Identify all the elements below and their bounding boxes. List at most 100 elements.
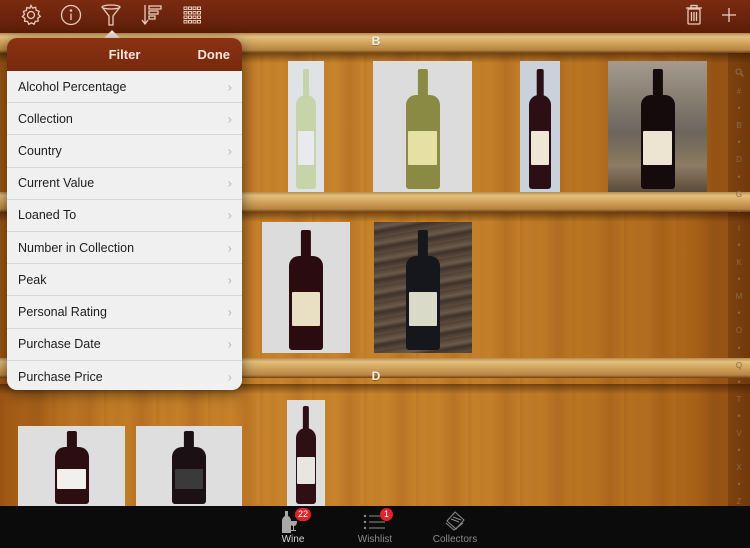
sort-button[interactable] (139, 4, 165, 30)
chevron-right-icon: › (227, 143, 232, 159)
index-letter[interactable]: B (736, 117, 741, 134)
index-dot[interactable]: • (737, 100, 740, 117)
filter-item-current-value[interactable]: Current Value › (7, 168, 242, 200)
filter-item-label: Loaned To (18, 208, 77, 223)
filter-funnel-icon (99, 3, 123, 32)
delete-button[interactable] (681, 4, 707, 30)
filter-item-label: Personal Rating (18, 304, 107, 319)
index-dot[interactable]: • (737, 442, 740, 459)
index-letter[interactable]: V (736, 425, 741, 442)
tab-label: Wine (281, 534, 305, 545)
info-icon (60, 4, 82, 31)
chevron-right-icon: › (227, 336, 232, 352)
index-dot[interactable]: • (737, 340, 740, 357)
settings-button[interactable] (18, 3, 44, 30)
grid-view-icon (182, 5, 202, 30)
filter-item-loaned-to[interactable]: Loaned To › (7, 200, 242, 232)
filter-item-label: Collection (18, 111, 73, 126)
filter-item-personal-rating[interactable]: Personal Rating › (7, 296, 242, 329)
index-letter[interactable]: # (737, 83, 741, 100)
filter-button[interactable] (98, 3, 124, 32)
chevron-right-icon: › (227, 175, 232, 191)
index-letter[interactable]: I (738, 220, 740, 237)
plus-icon (720, 6, 738, 29)
index-letter[interactable]: K (736, 254, 741, 271)
wishlist-count-badge: 1 (380, 508, 393, 521)
top-toolbar (0, 0, 750, 33)
wine-bottle-image (172, 446, 206, 505)
filter-item-label: Peak (18, 272, 47, 287)
index-dot[interactable]: • (737, 374, 740, 391)
wine-photo[interactable] (520, 61, 560, 192)
wine-photo[interactable] (18, 426, 125, 506)
index-dot[interactable]: • (737, 476, 740, 493)
filter-item-peak[interactable]: Peak › (7, 264, 242, 297)
filter-item-label: Number in Collection (18, 240, 135, 255)
tab-label: Wishlist (357, 534, 393, 545)
wine-photo[interactable] (608, 61, 707, 192)
filter-item-label: Country (18, 143, 62, 158)
tab-wishlist[interactable]: 1 Wishlist (335, 506, 415, 548)
index-letter[interactable]: G (736, 186, 742, 203)
wine-photo[interactable] (373, 61, 472, 192)
popover-header: Filter Done (7, 38, 242, 71)
index-dot[interactable]: • (737, 134, 740, 151)
index-dot[interactable]: • (737, 203, 740, 220)
wine-bottle-image (406, 256, 440, 351)
wine-label (408, 291, 438, 326)
index-dot[interactable]: • (737, 237, 740, 254)
shelf-section-letter: D (371, 369, 381, 383)
filter-item-collection[interactable]: Collection › (7, 103, 242, 136)
index-dot[interactable]: • (737, 305, 740, 322)
index-letter[interactable]: M (736, 288, 743, 305)
wine-count-badge: 22 (295, 508, 312, 521)
filter-item-alcohol-percentage[interactable]: Alcohol Percentage › (7, 71, 242, 104)
wine-label (643, 130, 672, 165)
trash-icon (684, 4, 704, 31)
shelf-section-letter: B (371, 34, 381, 48)
filter-item-number-in-collection[interactable]: Number in Collection › (7, 232, 242, 265)
tab-wine[interactable]: 22 Wine (253, 506, 333, 548)
index-dot[interactable]: • (737, 169, 740, 186)
filter-item-label: Purchase Price (18, 369, 103, 384)
chevron-right-icon: › (227, 79, 232, 95)
wine-photo[interactable] (288, 61, 324, 192)
index-dot[interactable]: • (737, 271, 740, 288)
wine-photo[interactable] (136, 426, 242, 506)
wine-photo[interactable] (262, 222, 350, 353)
index-letter[interactable]: Q (736, 357, 742, 374)
info-button[interactable] (58, 4, 84, 30)
wine-label (297, 130, 315, 165)
done-button[interactable]: Done (198, 47, 231, 62)
index-letter[interactable]: O (736, 322, 742, 339)
index-letter[interactable]: D (736, 151, 742, 168)
wine-bottle-image (529, 95, 551, 190)
grid-view-button[interactable] (179, 4, 205, 30)
filter-item-purchase-date[interactable]: Purchase Date › (7, 329, 242, 361)
filter-item-country[interactable]: Country › (7, 135, 242, 168)
tab-collectors[interactable]: Collectors (415, 506, 495, 548)
alphabet-index[interactable]: # • B • D • G • I • K • M • O • Q • T • V • X • Z (732, 66, 746, 510)
wine-bottle-image (295, 427, 317, 504)
wine-photo[interactable] (287, 400, 325, 506)
tab-label: Collectors (432, 534, 478, 545)
tab-bar: 22 Wine 1 Wishlist Collectors (0, 506, 750, 548)
index-dot[interactable]: • (737, 408, 740, 425)
wine-label (291, 291, 321, 326)
index-letter[interactable]: X (736, 459, 741, 476)
wine-bottle-image (289, 256, 323, 351)
filter-item-label: Current Value (18, 176, 95, 191)
chevron-right-icon: › (227, 272, 232, 288)
chevron-right-icon: › (227, 207, 232, 223)
wine-bottle-image (296, 95, 316, 190)
filter-item-purchase-price[interactable]: Purchase Price › (7, 361, 242, 390)
filter-popover: Filter Done Alcohol Percentage › Collecti… (7, 38, 242, 390)
chevron-right-icon: › (227, 304, 232, 320)
index-letter[interactable]: T (737, 391, 742, 408)
index-search-icon[interactable] (734, 66, 744, 83)
wine-label (530, 130, 550, 165)
wine-bottle-image (405, 95, 440, 190)
wine-photo[interactable] (374, 222, 472, 353)
add-button[interactable] (716, 4, 742, 30)
wine-label (297, 456, 315, 485)
